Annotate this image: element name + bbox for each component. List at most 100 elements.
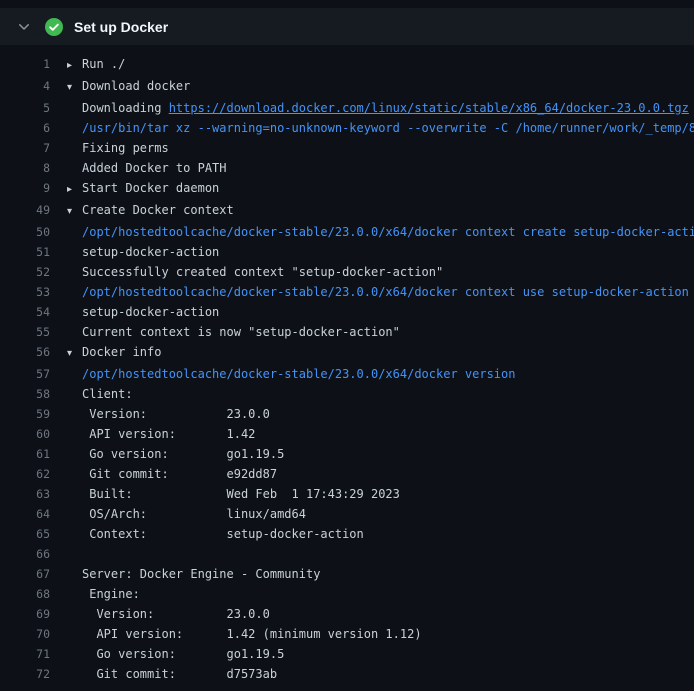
log-line: 6/usr/bin/tar xz --warning=no-unknown-ke…	[0, 118, 694, 138]
log-line-text: Added Docker to PATH	[67, 158, 227, 178]
group-expanded-icon[interactable]: ▾	[67, 78, 82, 98]
log-line-text: Engine:	[67, 584, 140, 604]
log-text: Engine:	[82, 587, 140, 601]
log-line-text: Context: setup-docker-action	[67, 524, 364, 544]
log-command-text: /opt/hostedtoolcache/docker-stable/23.0.…	[82, 367, 515, 381]
group-expanded-icon[interactable]: ▾	[67, 202, 82, 222]
line-number[interactable]: 60	[0, 424, 50, 444]
log-line: 71 Go version: go1.19.5	[0, 644, 694, 664]
line-number[interactable]: 72	[0, 664, 50, 684]
line-number[interactable]: 6	[0, 118, 50, 138]
line-number[interactable]: 53	[0, 282, 50, 302]
line-number[interactable]: 58	[0, 384, 50, 404]
log-line-text: Fixing perms	[67, 138, 169, 158]
line-number[interactable]: 49	[0, 200, 50, 222]
log-text: Go version: go1.19.5	[82, 447, 284, 461]
log-text: Download docker	[82, 79, 190, 93]
log-line: 63 Built: Wed Feb 1 17:43:29 2023	[0, 484, 694, 504]
log-command-text: /opt/hostedtoolcache/docker-stable/23.0.…	[82, 285, 689, 299]
log-text: Go version: go1.19.5	[82, 647, 284, 661]
log-line-text: /opt/hostedtoolcache/docker-stable/23.0.…	[67, 364, 515, 384]
log-line: 56 ▾Docker info	[0, 342, 694, 364]
line-number[interactable]: 59	[0, 404, 50, 424]
line-number[interactable]: 62	[0, 464, 50, 484]
line-number[interactable]: 64	[0, 504, 50, 524]
log-line: 68 Engine:	[0, 584, 694, 604]
log-line: 60 API version: 1.42	[0, 424, 694, 444]
line-number[interactable]: 4	[0, 76, 50, 98]
line-number[interactable]: 51	[0, 242, 50, 262]
log-line-text: Version: 23.0.0	[67, 604, 270, 624]
group-expanded-icon[interactable]: ▾	[67, 344, 82, 364]
log-text: Version: 23.0.0	[82, 407, 270, 421]
log-line: 70 API version: 1.42 (minimum version 1.…	[0, 624, 694, 644]
log-line-text: Git commit: e92dd87	[67, 464, 277, 484]
line-number[interactable]: 66	[0, 544, 50, 564]
line-number[interactable]: 55	[0, 322, 50, 342]
log-line-text: /opt/hostedtoolcache/docker-stable/23.0.…	[67, 222, 694, 242]
log-line: 49 ▾Create Docker context	[0, 200, 694, 222]
chevron-down-icon[interactable]	[16, 19, 32, 35]
log-group-header: ▾Create Docker context	[67, 200, 234, 222]
log-line-text: /usr/bin/tar xz --warning=no-unknown-key…	[67, 118, 694, 138]
log-line: 64 OS/Arch: linux/amd64	[0, 504, 694, 524]
line-number[interactable]: 57	[0, 364, 50, 384]
log-text: Client:	[82, 387, 133, 401]
log-text: Added Docker to PATH	[82, 161, 227, 175]
log-line: 62 Git commit: e92dd87	[0, 464, 694, 484]
log-url-link[interactable]: https://download.docker.com/linux/static…	[169, 101, 689, 115]
line-number[interactable]: 54	[0, 302, 50, 322]
log-text: Git commit: d7573ab	[82, 667, 277, 681]
log-text: API version: 1.42	[82, 427, 255, 441]
line-number[interactable]: 1	[0, 54, 50, 76]
log-line-text	[67, 544, 82, 564]
line-number[interactable]: 70	[0, 624, 50, 644]
log-line: 51 setup-docker-action	[0, 242, 694, 262]
line-number[interactable]: 63	[0, 484, 50, 504]
log-line-text: /opt/hostedtoolcache/docker-stable/23.0.…	[67, 282, 689, 302]
log-text: Start Docker daemon	[82, 181, 219, 195]
log-line: 1 ▸Run ./	[0, 54, 694, 76]
log-text: Run ./	[82, 57, 125, 71]
log-line-text: Go version: go1.19.5	[67, 444, 284, 464]
log-line: 54 setup-docker-action	[0, 302, 694, 322]
line-number[interactable]: 9	[0, 178, 50, 200]
line-number[interactable]: 69	[0, 604, 50, 624]
line-number[interactable]: 67	[0, 564, 50, 584]
log-line: 57/opt/hostedtoolcache/docker-stable/23.…	[0, 364, 694, 384]
log-line: 72 Git commit: d7573ab	[0, 664, 694, 684]
line-number[interactable]: 71	[0, 644, 50, 664]
line-number[interactable]: 52	[0, 262, 50, 282]
line-number[interactable]: 56	[0, 342, 50, 364]
log-line: 66	[0, 544, 694, 564]
log-command-text: /opt/hostedtoolcache/docker-stable/23.0.…	[82, 225, 694, 239]
line-number[interactable]: 50	[0, 222, 50, 242]
log-line: 50/opt/hostedtoolcache/docker-stable/23.…	[0, 222, 694, 242]
step-title: Set up Docker	[74, 19, 168, 35]
step-header[interactable]: Set up Docker	[0, 8, 694, 45]
log-group-header: ▾Download docker	[67, 76, 190, 98]
log-text: Server: Docker Engine - Community	[82, 567, 320, 581]
line-number[interactable]: 8	[0, 158, 50, 178]
log-line-text: Current context is now "setup-docker-act…	[67, 322, 400, 342]
group-collapsed-icon[interactable]: ▸	[67, 56, 82, 76]
log-text: Create Docker context	[82, 203, 234, 217]
log-group-header: ▾Docker info	[67, 342, 161, 364]
line-number[interactable]: 61	[0, 444, 50, 464]
log-text: setup-docker-action	[82, 305, 219, 319]
log-text: API version: 1.42 (minimum version 1.12)	[82, 627, 422, 641]
log-text: setup-docker-action	[82, 245, 219, 259]
group-collapsed-icon[interactable]: ▸	[67, 180, 82, 200]
log-line: 69 Version: 23.0.0	[0, 604, 694, 624]
line-number[interactable]: 68	[0, 584, 50, 604]
log-line-text: Downloading https://download.docker.com/…	[67, 98, 689, 118]
line-number[interactable]: 5	[0, 98, 50, 118]
log-text: Docker info	[82, 345, 161, 359]
log-text: Version: 23.0.0	[82, 607, 270, 621]
line-number[interactable]: 65	[0, 524, 50, 544]
line-number[interactable]: 7	[0, 138, 50, 158]
log-text: Fixing perms	[82, 141, 169, 155]
log-text: Built: Wed Feb 1 17:43:29 2023	[82, 487, 400, 501]
log-line-text: Client:	[67, 384, 133, 404]
log-line-text: Server: Docker Engine - Community	[67, 564, 320, 584]
